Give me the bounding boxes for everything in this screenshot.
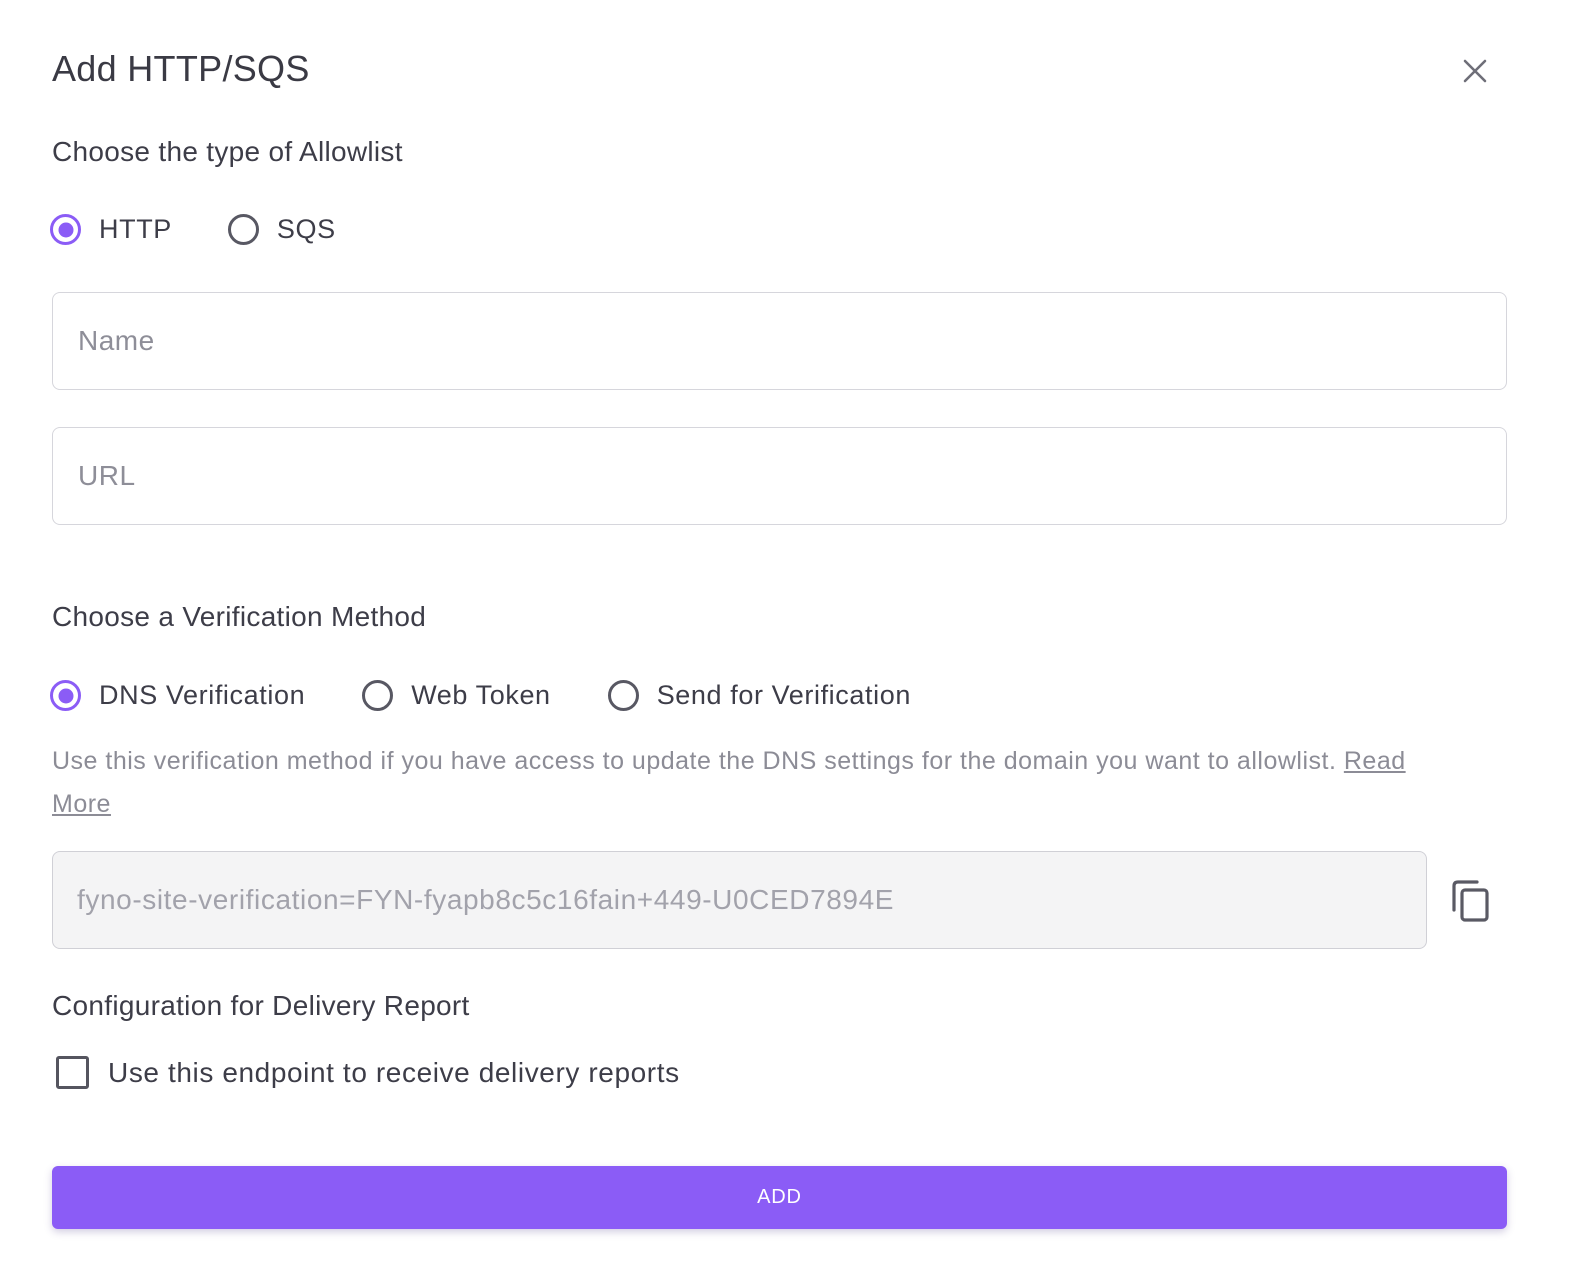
radio-sqs-indicator[interactable] [227, 214, 259, 245]
radio-send-label: Send for Verification [656, 680, 911, 710]
radio-send-for-verification[interactable]: Send for Verification [607, 680, 911, 711]
name-input[interactable] [78, 325, 1506, 357]
allowlist-type-radio-group: HTTP SQS [50, 214, 336, 245]
dialog-title: Add HTTP/SQS [52, 48, 310, 89]
delivery-report-checkbox-label: Use this endpoint to receive delivery re… [108, 1056, 680, 1088]
allowlist-type-heading: Choose the type of Allowlist [52, 136, 403, 167]
radio-dns-label: DNS Verification [99, 680, 306, 710]
radio-web-token-indicator[interactable] [362, 680, 394, 711]
add-button[interactable]: ADD [52, 1166, 1507, 1229]
radio-web-token[interactable]: Web Token [362, 680, 551, 711]
help-text-body: Use this verification method if you have… [52, 747, 1337, 775]
radio-http[interactable]: HTTP [50, 214, 172, 245]
url-field[interactable] [52, 427, 1507, 525]
radio-http-label: HTTP [99, 214, 172, 244]
radio-sqs-label: SQS [276, 214, 336, 244]
add-http-sqs-dialog: Add HTTP/SQS Choose the type of Allowlis… [0, 0, 1590, 1286]
delivery-report-heading: Configuration for Delivery Report [52, 990, 470, 1021]
name-field[interactable] [52, 292, 1507, 390]
radio-dns-verification[interactable]: DNS Verification [50, 680, 305, 711]
delivery-report-checkbox-row[interactable]: Use this endpoint to receive delivery re… [56, 1056, 680, 1089]
close-button[interactable] [1456, 52, 1494, 90]
radio-send-indicator[interactable] [607, 680, 639, 711]
url-input[interactable] [78, 460, 1506, 492]
verification-method-heading: Choose a Verification Method [52, 601, 427, 632]
verification-token-field: fyno-site-verification=FYN-fyapb8c5c16fa… [52, 851, 1427, 949]
verification-method-radio-group: DNS Verification Web Token Send for Veri… [50, 680, 911, 711]
verification-token-value: fyno-site-verification=FYN-fyapb8c5c16fa… [77, 884, 895, 915]
delivery-report-checkbox[interactable] [56, 1056, 89, 1089]
radio-dns-indicator[interactable] [50, 680, 81, 711]
radio-http-indicator[interactable] [50, 214, 81, 245]
verification-help-text: Use this verification method if you have… [52, 740, 1472, 826]
copy-icon [1452, 880, 1489, 922]
radio-web-token-label: Web Token [411, 680, 551, 710]
copy-button[interactable] [1450, 878, 1492, 924]
radio-sqs[interactable]: SQS [227, 214, 336, 245]
close-icon [1463, 59, 1487, 83]
